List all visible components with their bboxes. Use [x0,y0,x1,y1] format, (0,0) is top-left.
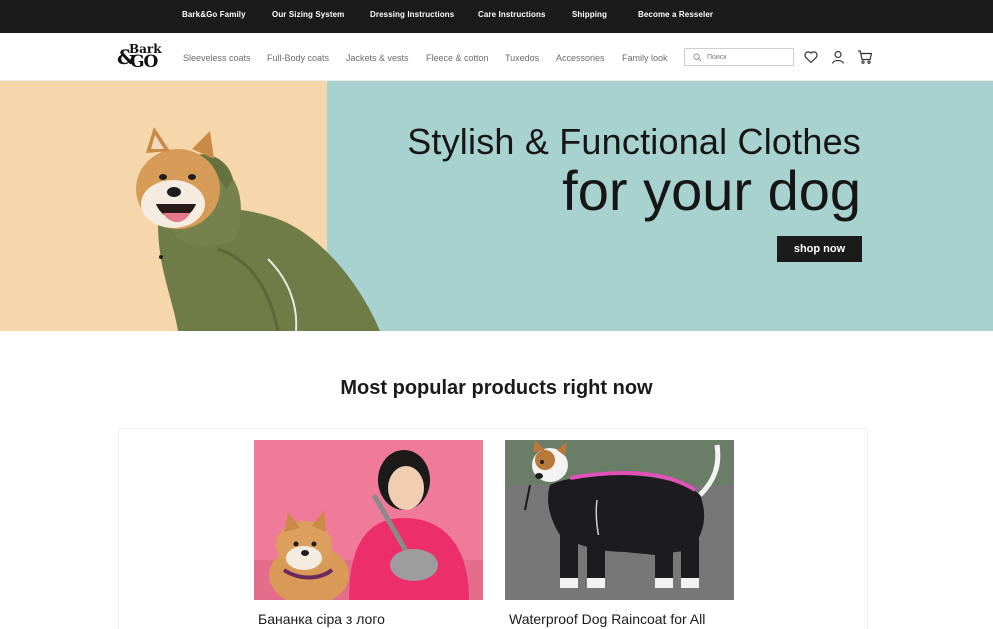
topbar-link-reseller[interactable]: Become a Resseler [638,10,713,19]
shop-now-button[interactable]: shop now [777,236,862,262]
product-name[interactable]: Бананка сіра з лого [258,611,385,627]
hero-title: Stylish & Functional Clothes [407,121,861,162]
nav-item-sleeveless-coats[interactable]: Sleeveless coats [183,53,251,63]
top-utility-bar: Bark&Go Family Our Sizing System Dressin… [0,0,993,33]
product-card[interactable]: Бананка сіра з лого [254,440,483,627]
topbar-link-shipping[interactable]: Shipping [572,10,607,19]
product-name[interactable]: Waterproof Dog Raincoat for All [509,611,705,627]
topbar-link-care[interactable]: Care Instructions [478,10,546,19]
product-photo-banana-bag [254,440,483,600]
search-box [684,48,794,66]
cart-icon[interactable] [857,49,873,65]
topbar-link-dressing[interactable]: Dressing Instructions [370,10,454,19]
user-icon[interactable] [830,49,846,65]
hero-subtitle: for your dog [562,159,861,222]
main-header: & Bark GO Sleeveless coats Full-Body coa… [0,33,993,81]
product-card[interactable]: Waterproof Dog Raincoat for All [505,440,734,627]
nav-item-fleece-cotton[interactable]: Fleece & cotton [426,53,489,63]
brand-logo[interactable]: & Bark GO [117,42,163,72]
product-image[interactable] [254,440,483,600]
popular-products-grid: Бананка сіра з лого Waterproof Dog Rainc… [118,428,868,629]
heart-icon[interactable] [803,49,819,65]
nav-item-family-look[interactable]: Family look [622,53,668,63]
search-input[interactable] [707,50,791,64]
hero-banner: Stylish & Functional Clothes for your do… [0,81,993,331]
nav-item-full-body-coats[interactable]: Full-Body coats [267,53,329,63]
logo-line-go: GO [130,52,158,72]
section-title-popular: Most popular products right now [340,377,653,399]
topbar-link-family[interactable]: Bark&Go Family [182,10,246,19]
nav-item-jackets-vests[interactable]: Jackets & vests [346,53,409,63]
nav-item-accessories[interactable]: Accessories [556,53,605,63]
nav-item-tuxedos[interactable]: Tuxedos [505,53,539,63]
search-icon [693,53,702,62]
product-photo-raincoat [505,440,734,600]
product-image[interactable] [505,440,734,600]
topbar-link-sizing[interactable]: Our Sizing System [272,10,344,19]
hero-dog-image [136,127,380,331]
